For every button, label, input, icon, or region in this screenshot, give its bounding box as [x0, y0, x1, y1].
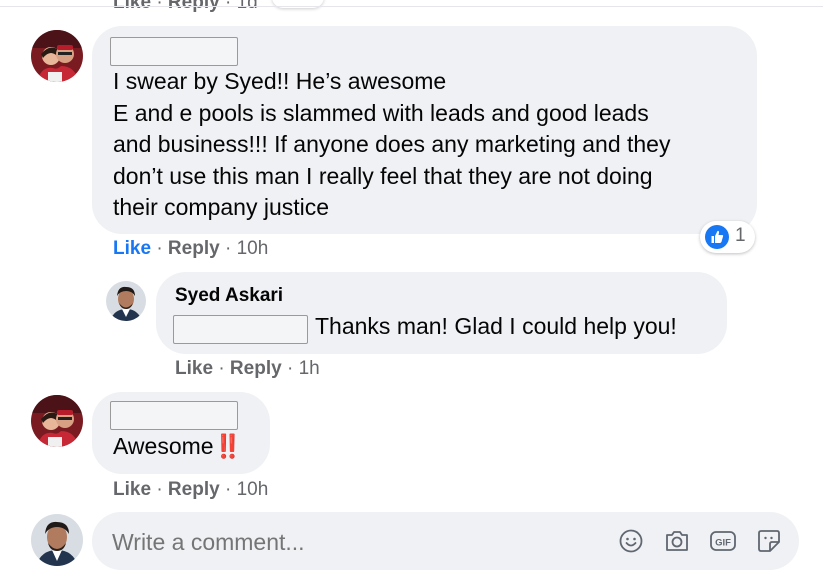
thumbs-up-icon [705, 225, 729, 249]
reply-link[interactable]: Reply [168, 479, 220, 500]
author-name[interactable]: Syed Askari [175, 285, 283, 307]
separator: · [224, 479, 232, 500]
svg-text:GIF: GIF [715, 538, 731, 549]
comment-text: I swear by Syed!! He’s awesome E and e p… [113, 66, 670, 224]
top-divider [0, 6, 823, 7]
separator: · [218, 358, 225, 379]
separator: · [224, 238, 232, 259]
timestamp: 10h [236, 479, 269, 500]
comment-actions: Like · Reply · 10h [113, 238, 268, 260]
timestamp: 1h [298, 358, 320, 379]
camera-icon[interactable] [664, 529, 690, 553]
separator: · [156, 238, 163, 259]
comment-input[interactable] [110, 524, 594, 560]
reply-link[interactable]: Reply [230, 358, 282, 379]
avatar[interactable] [31, 395, 83, 447]
comment-line: don’t use this man I really feel that th… [113, 162, 653, 189]
gif-icon[interactable]: GIF [709, 529, 737, 553]
comment-word: Awesome [113, 433, 214, 459]
double-exclamation-icon: ‼️ [213, 433, 243, 459]
comment-line: E and e pools is slammed with leads and … [113, 99, 649, 126]
like-link[interactable]: Like [175, 358, 213, 379]
profile-photo-icon [106, 281, 146, 321]
profile-photo-icon [31, 30, 83, 82]
avatar[interactable] [106, 281, 146, 321]
separator: · [156, 479, 163, 500]
profile-photo-icon [31, 395, 83, 447]
redacted-author-name [110, 37, 238, 66]
comment-actions: Like · Reply · 10h [113, 479, 268, 501]
comment-composer[interactable]: GIF [92, 512, 799, 570]
profile-photo-icon [31, 514, 83, 566]
comment-line: I swear by Syed!! He’s awesome [113, 68, 447, 94]
redacted-author-name [110, 401, 238, 430]
sticker-icon[interactable] [756, 528, 782, 554]
reaction-pill[interactable]: 1 [700, 221, 755, 253]
timestamp: 10h [236, 238, 269, 259]
comment-line: their company justice [113, 194, 330, 220]
avatar[interactable] [31, 514, 83, 566]
previous-comment-actions: Like · Reply · 1d [113, 0, 258, 14]
emoji-icon[interactable] [619, 529, 643, 553]
reply-actions: Like · Reply · 1h [175, 358, 320, 380]
redacted-mention [173, 315, 308, 344]
reaction-count: 1 [735, 225, 746, 246]
comment-line: and business!!! If anyone does any marke… [113, 131, 671, 157]
reply-text: Thanks man! Glad I could help you! [315, 313, 677, 339]
like-link[interactable]: Like [113, 238, 151, 259]
reply-link[interactable]: Reply [168, 238, 220, 259]
separator: · [286, 358, 294, 379]
avatar[interactable] [31, 30, 83, 82]
like-link[interactable]: Like [113, 479, 151, 500]
comment-text: Awesome‼️ [113, 431, 243, 463]
